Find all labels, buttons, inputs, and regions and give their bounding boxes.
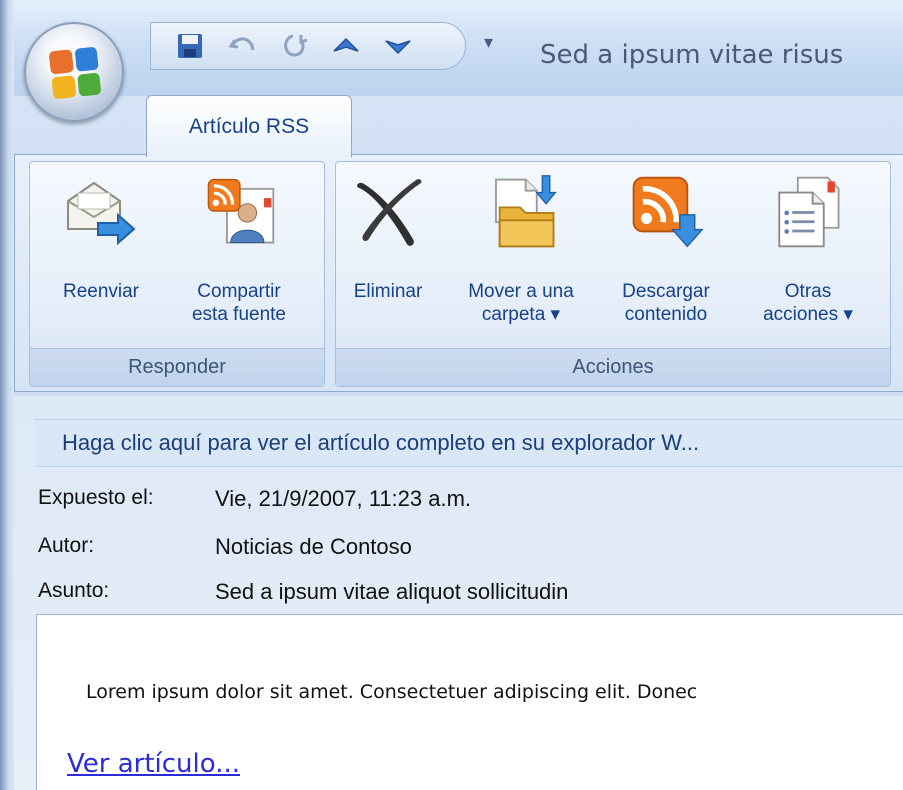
other-actions-icon bbox=[770, 172, 846, 252]
subject-label: Asunto: bbox=[38, 579, 110, 602]
tab-articulo-rss[interactable]: Artículo RSS bbox=[146, 95, 352, 157]
save-icon[interactable] bbox=[175, 31, 205, 61]
download-content-button[interactable]: Descargar contenido bbox=[602, 172, 730, 326]
subject-value: Sed a ipsum vitae aliquot sollicitudin bbox=[215, 579, 569, 604]
group-label-responder: Responder bbox=[30, 348, 324, 386]
share-feed-label-line2: esta fuente bbox=[191, 304, 287, 325]
group-responder: Reenviar Compartir esta fuente Responder bbox=[29, 161, 325, 387]
open-in-browser-infobar[interactable]: Haga clic aquí para ver el artículo comp… bbox=[34, 419, 903, 467]
window-left-border bbox=[0, 0, 14, 790]
move-to-folder-label-line1: Mover a una bbox=[468, 281, 574, 302]
view-article-link[interactable]: Ver artículo... bbox=[67, 749, 240, 779]
other-actions-label-line2: acciones ▾ bbox=[763, 304, 853, 325]
posted-value: Vie, 21/9/2007, 11:23 a.m. bbox=[215, 486, 472, 511]
other-actions-label-line1: Otras bbox=[784, 281, 832, 302]
author-value: Noticias de Contoso bbox=[215, 534, 412, 559]
customize-quick-access-button[interactable]: ▾ bbox=[484, 32, 493, 53]
next-item-icon[interactable] bbox=[383, 31, 413, 61]
outlook-rss-window: ▾ Sed a ipsum vitae risus Artículo RSS R… bbox=[0, 0, 903, 790]
previous-item-icon[interactable] bbox=[331, 31, 361, 61]
forward-label: Reenviar bbox=[62, 281, 140, 302]
group-acciones: Eliminar Mover a una carpeta ▾ Descargar… bbox=[335, 161, 891, 387]
ribbon: Reenviar Compartir esta fuente Responder… bbox=[14, 154, 903, 392]
group-label-acciones: Acciones bbox=[336, 348, 890, 386]
share-feed-button[interactable]: Compartir esta fuente bbox=[178, 172, 300, 326]
redo-icon[interactable] bbox=[279, 31, 309, 61]
forward-button[interactable]: Reenviar bbox=[40, 172, 162, 303]
delete-button[interactable]: Eliminar bbox=[342, 172, 434, 303]
article-body: Lorem ipsum dolor sit amet. Consectetuer… bbox=[36, 614, 903, 790]
share-feed-label-line1: Compartir bbox=[197, 281, 281, 302]
move-to-folder-icon bbox=[483, 172, 559, 252]
office-button[interactable] bbox=[24, 22, 124, 122]
download-rss-icon bbox=[628, 172, 704, 252]
move-to-folder-label-line2: carpeta ▾ bbox=[481, 304, 561, 325]
download-content-label-line1: Descargar bbox=[622, 281, 710, 302]
office-logo-icon bbox=[48, 46, 102, 100]
undo-icon[interactable] bbox=[227, 31, 257, 61]
forward-mail-icon bbox=[63, 172, 139, 252]
window-title: Sed a ipsum vitae risus bbox=[540, 40, 844, 70]
download-content-label-line2: contenido bbox=[624, 304, 708, 325]
delete-label: Eliminar bbox=[353, 281, 423, 302]
posted-label: Expuesto el: bbox=[38, 486, 154, 509]
move-to-folder-button[interactable]: Mover a una carpeta ▾ bbox=[450, 172, 592, 326]
author-label: Autor: bbox=[38, 534, 95, 557]
share-feed-icon bbox=[201, 172, 277, 252]
article-text: Lorem ipsum dolor sit amet. Consectetuer… bbox=[86, 681, 698, 703]
delete-x-icon bbox=[350, 172, 426, 252]
quick-access-toolbar bbox=[150, 22, 466, 70]
other-actions-button[interactable]: Otras acciones ▾ bbox=[744, 172, 872, 326]
